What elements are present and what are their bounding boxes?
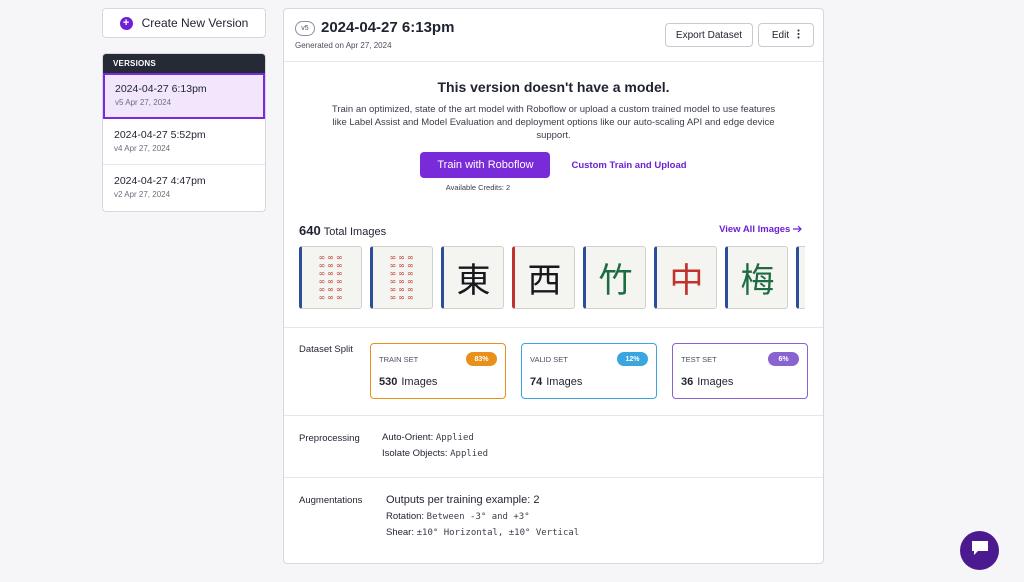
plus-icon: + — [119, 16, 133, 30]
version-item-v2[interactable]: 2024-04-27 4:47pm v2 Apr 27, 2024 — [103, 165, 265, 211]
version-sub: v2 Apr 27, 2024 — [114, 190, 171, 199]
preprocessing-key: Auto-Orient: — [382, 432, 434, 443]
version-header: v5 2024-04-27 6:13pm Generated on Apr 27… — [284, 9, 823, 62]
train-count-value: 530 — [379, 376, 398, 388]
versions-header: VERSIONS — [103, 54, 265, 73]
test-count-value: 36 — [681, 376, 694, 388]
augmentations-list: Outputs per training example: 2 Rotation… — [386, 492, 579, 541]
available-credits: Available Credits: 2 — [445, 183, 511, 192]
images-word: Images — [401, 376, 438, 388]
generated-date: Generated on Apr 27, 2024 — [295, 41, 392, 50]
export-dataset-button[interactable]: Export Dataset — [665, 23, 753, 47]
create-version-button[interactable]: + Create New Version — [102, 8, 266, 38]
version-badge: v5 — [295, 21, 315, 36]
image-thumbnail[interactable]: 梅 — [725, 246, 788, 309]
train-set-card[interactable]: TRAIN SET 83% 530 Images — [370, 343, 506, 399]
valid-set-card[interactable]: VALID SET 12% 74 Images — [521, 343, 657, 399]
chat-icon — [970, 539, 990, 562]
image-thumbnail[interactable]: ∞∞∞ ∞∞∞ ∞∞∞ ∞∞∞ ∞∞∞ ∞∞∞ — [299, 246, 362, 309]
valid-set-count: 74 Images — [530, 376, 582, 388]
preprocessing-list: Auto-Orient: Applied Isolate Objects: Ap… — [382, 430, 488, 462]
edit-label: Edit — [771, 29, 790, 41]
test-set-percent: 6% — [768, 352, 799, 366]
image-count-label: Total Images — [323, 226, 387, 238]
train-set-count: 530 Images — [379, 376, 437, 388]
image-count: 640 — [299, 223, 321, 238]
version-panel: v5 2024-04-27 6:13pm Generated on Apr 27… — [283, 8, 824, 564]
no-model-description: Train an optimized, state of the art mod… — [331, 104, 776, 141]
augmentation-item: Rotation: Between -3° and +3° — [386, 509, 579, 525]
chat-launcher-button[interactable] — [960, 531, 999, 570]
no-model-title: This version doesn't have a model. — [437, 79, 670, 95]
augmentations-section: Augmentations Outputs per training examp… — [284, 477, 823, 563]
image-thumbnail[interactable]: 中 — [654, 246, 717, 309]
test-set-card[interactable]: TEST SET 6% 36 Images — [672, 343, 808, 399]
view-all-images-link[interactable]: View All Images — [719, 224, 802, 235]
version-title: 2024-04-27 6:13pm — [115, 83, 207, 95]
preprocessing-value: Applied — [450, 449, 489, 459]
valid-set-label: VALID SET — [530, 355, 568, 364]
image-thumbnail[interactable]: 西 — [512, 246, 575, 309]
custom-train-upload-link[interactable]: Custom Train and Upload — [571, 160, 686, 171]
augmentations-label: Augmentations — [299, 495, 363, 506]
dataset-split-label: Dataset Split — [299, 344, 353, 355]
image-thumbnail[interactable]: 竹 — [583, 246, 646, 309]
augmentation-key: Shear: — [386, 527, 414, 538]
images-word: Images — [546, 376, 583, 388]
page-title: 2024-04-27 6:13pm — [321, 19, 455, 36]
no-model-section: This version doesn't have a model. Train… — [284, 62, 823, 192]
version-title: 2024-04-27 4:47pm — [114, 175, 206, 187]
valid-set-percent: 12% — [617, 352, 648, 366]
version-item-v4[interactable]: 2024-04-27 5:52pm v4 Apr 27, 2024 — [103, 119, 265, 165]
version-sub: v4 Apr 27, 2024 — [114, 144, 171, 153]
augmentation-value: Between -3° and +3° — [426, 512, 530, 522]
image-thumbnail-strip: ∞∞∞ ∞∞∞ ∞∞∞ ∞∞∞ ∞∞∞ ∞∞∞ ∞∞∞ ∞∞∞ ∞∞∞ ∞∞∞ ∞∞∞ ∞∞∞ 東 … — [299, 246, 805, 309]
train-set-percent: 83% — [466, 352, 497, 366]
dataset-split-section: Dataset Split TRAIN SET 83% 530 Images VA… — [284, 327, 823, 415]
model-actions: Train with Roboflow Custom Train and Upl… — [284, 152, 823, 178]
view-all-label: View All Images — [719, 224, 791, 235]
version-title: 2024-04-27 5:52pm — [114, 129, 206, 141]
edit-button[interactable]: Edit — [758, 23, 814, 47]
image-thumbnail[interactable] — [796, 246, 805, 309]
augmentation-item: Shear: ±10° Horizontal, ±10° Vertical — [386, 525, 579, 541]
preprocessing-section: Preprocessing Auto-Orient: Applied Isola… — [284, 415, 823, 477]
test-set-label: TEST SET — [681, 355, 717, 364]
valid-count-value: 74 — [530, 376, 543, 388]
test-set-count: 36 Images — [681, 376, 733, 388]
augmentation-key: Rotation: — [386, 511, 425, 522]
image-thumbnail[interactable]: 東 — [441, 246, 504, 309]
outputs-per-example: Outputs per training example: 2 — [386, 494, 540, 506]
create-version-label: Create New Version — [141, 16, 249, 30]
preprocessing-label: Preprocessing — [299, 433, 360, 444]
version-sub: v5 Apr 27, 2024 — [115, 98, 172, 107]
train-set-label: TRAIN SET — [379, 355, 419, 364]
preprocessing-value: Applied — [435, 433, 474, 443]
versions-list: VERSIONS 2024-04-27 6:13pm v5 Apr 27, 20… — [102, 53, 266, 212]
preprocessing-item: Isolate Objects: Applied — [382, 446, 488, 462]
arrow-right-icon — [793, 224, 802, 235]
preprocessing-item: Auto-Orient: Applied — [382, 430, 488, 446]
version-item-v5[interactable]: 2024-04-27 6:13pm v5 Apr 27, 2024 — [103, 73, 265, 119]
train-with-roboflow-button[interactable]: Train with Roboflow — [420, 152, 551, 178]
images-header: 640 Total Images View All Images — [299, 222, 802, 240]
image-thumbnail[interactable]: ∞∞∞ ∞∞∞ ∞∞∞ ∞∞∞ ∞∞∞ ∞∞∞ — [370, 246, 433, 309]
preprocessing-key: Isolate Objects: — [382, 448, 448, 459]
sidebar: + Create New Version VERSIONS 2024-04-27… — [102, 8, 266, 212]
more-vertical-icon — [797, 29, 800, 42]
images-word: Images — [697, 376, 734, 388]
augmentation-value: ±10° Horizontal, ±10° Vertical — [416, 528, 580, 538]
